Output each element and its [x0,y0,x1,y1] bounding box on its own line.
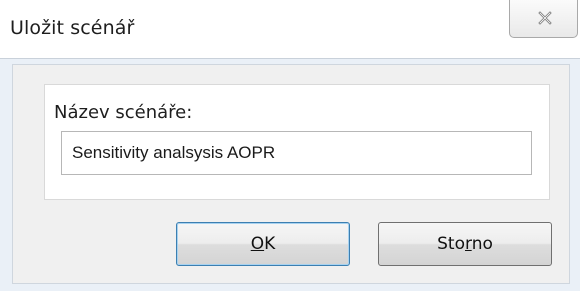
save-scenario-dialog: Uložit scénář Název scénáře: Sensitivity… [0,0,580,291]
cancel-button-label-after: no [471,234,493,254]
title-bar-divider [0,58,580,59]
cancel-button[interactable]: Storno [378,222,552,266]
ok-button-label-after: K [264,234,276,254]
cancel-button-label-before: Sto [437,234,465,254]
cancel-button-mnemonic: r [464,234,472,254]
close-button[interactable] [509,0,578,38]
ok-button-mnemonic: O [250,234,265,254]
close-icon [538,11,552,25]
dialog-title: Uložit scénář [10,17,135,39]
scenario-name-input[interactable]: Sensitivity analsysis AOPR [61,131,532,175]
ok-button[interactable]: OK [176,222,350,266]
scenario-name-label: Název scénáře: [54,102,193,123]
title-bar: Uložit scénář [0,0,580,58]
